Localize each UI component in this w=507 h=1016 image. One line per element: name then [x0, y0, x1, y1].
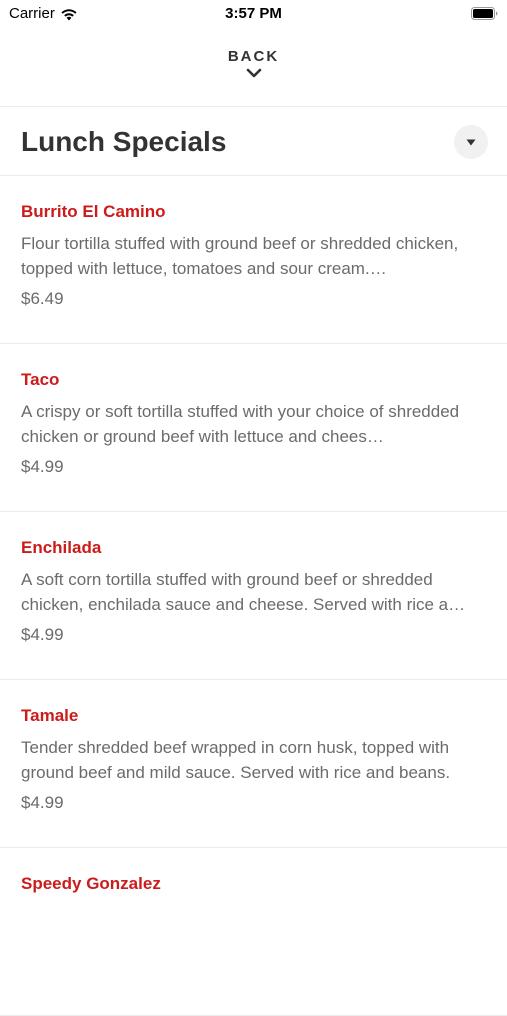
menu-item[interactable]: Burrito El Camino Flour tortilla stuffed…: [0, 176, 507, 344]
menu-item[interactable]: Speedy Gonzalez: [0, 848, 507, 1016]
menu-item[interactable]: Enchilada A soft corn tortilla stuffed w…: [0, 512, 507, 680]
status-bar: Carrier 3:57 PM: [0, 0, 507, 28]
item-description: Tender shredded beef wrapped in corn hus…: [21, 738, 451, 782]
section-header: Lunch Specials: [0, 107, 507, 176]
item-name: Burrito El Camino: [21, 202, 166, 221]
chevron-down-icon: [246, 68, 261, 78]
item-name: Taco: [21, 370, 60, 389]
item-name: Speedy Gonzalez: [21, 874, 161, 893]
battery-icon: [471, 7, 498, 20]
item-name: Enchilada: [21, 538, 102, 557]
back-label: BACK: [227, 48, 280, 65]
back-button[interactable]: BACK: [0, 48, 507, 94]
menu-list: Burrito El Camino Flour tortilla stuffed…: [0, 176, 507, 1016]
item-description: A soft corn tortilla stuffed with ground…: [21, 570, 466, 614]
item-price: $4.99: [21, 793, 64, 812]
section-dropdown-button[interactable]: [454, 125, 488, 159]
section-title: Lunch Specials: [21, 126, 227, 157]
item-description: Flour tortilla stuffed with ground beef …: [21, 234, 459, 278]
item-name: Tamale: [21, 706, 79, 725]
item-price: $4.99: [21, 625, 64, 644]
item-price: $4.99: [21, 457, 64, 476]
item-description: A crispy or soft tortilla stuffed with y…: [21, 402, 460, 446]
clock: 3:57 PM: [225, 5, 282, 22]
item-price: $6.49: [21, 289, 64, 308]
menu-item[interactable]: Tamale Tender shredded beef wrapped in c…: [0, 680, 507, 848]
menu-item[interactable]: Taco A crispy or soft tortilla stuffed w…: [0, 344, 507, 512]
caret-down-icon: [466, 139, 476, 145]
